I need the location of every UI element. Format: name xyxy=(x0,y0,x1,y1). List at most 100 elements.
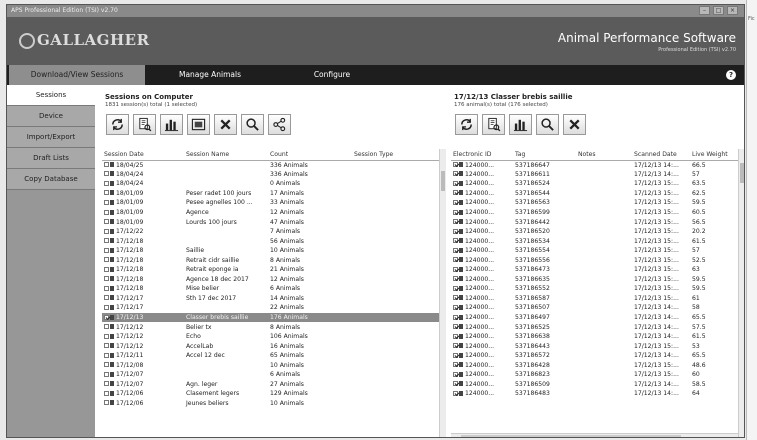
session-date-cell[interactable]: 18/04/24 xyxy=(102,170,184,180)
session-count-cell[interactable]: 12 Animals xyxy=(268,275,352,285)
session-date-cell[interactable]: 17/12/07 xyxy=(102,380,184,390)
table-row[interactable]: 17/12/18 Mise belier 6 Animals xyxy=(102,284,439,294)
session-count-cell[interactable]: 21 Animals xyxy=(268,265,352,275)
row-checkbox[interactable] xyxy=(104,276,109,282)
session-count-cell[interactable]: 0 Animals xyxy=(268,179,352,189)
scanned-date-cell[interactable]: 17/12/13 14:... xyxy=(632,170,690,180)
table-row[interactable]: 17/12/13 Classer brebis saillie 176 Animal… xyxy=(102,312,439,323)
tab-download-view-sessions[interactable]: Download/View Sessions xyxy=(9,65,145,85)
row-checkbox[interactable] xyxy=(104,314,109,320)
session-type-cell[interactable] xyxy=(352,351,439,361)
session-type-cell[interactable] xyxy=(352,370,439,380)
session-name-cell[interactable]: Retrait eponge ia xyxy=(184,265,268,275)
tag-cell[interactable]: 537186556 xyxy=(513,255,576,265)
row-checkbox[interactable] xyxy=(104,199,109,205)
session-name-cell[interactable]: Retrait cidr saillie xyxy=(184,255,268,265)
sidebar-item-sessions[interactable]: Sessions xyxy=(7,85,95,106)
table-row[interactable]: 124000... 537186544 17/12/13 15:... 62.5 xyxy=(451,189,738,199)
animals-horizontal-scrollbar[interactable] xyxy=(451,433,738,437)
notes-cell[interactable] xyxy=(576,380,632,390)
session-count-cell[interactable]: 176 Animals xyxy=(268,312,352,323)
table-row[interactable]: 124000... 537186509 17/12/13 14:... 58.5 xyxy=(451,380,738,390)
animals-scrollbar[interactable] xyxy=(738,149,744,437)
live-weight-cell[interactable]: 66.5 xyxy=(690,160,738,170)
scanned-date-cell[interactable]: 17/12/13 14:... xyxy=(632,322,690,332)
table-row[interactable]: 17/12/07 Agn. leger 27 Animals xyxy=(102,380,439,390)
table-row[interactable]: 124000... 537186483 17/12/13 14:... 64 xyxy=(451,389,738,399)
column-header-scanned-date[interactable]: Scanned Date xyxy=(632,149,690,161)
scanned-date-cell[interactable]: 17/12/13 14:... xyxy=(632,351,690,361)
scrollbar-thumb[interactable] xyxy=(740,163,744,183)
session-type-cell[interactable] xyxy=(352,284,439,294)
session-count-cell[interactable]: 129 Animals xyxy=(268,389,352,399)
electronic-id-cell[interactable]: 124000... xyxy=(451,275,513,285)
help-icon[interactable]: ? xyxy=(726,70,736,80)
table-row[interactable]: 17/12/08 10 Animals xyxy=(102,360,439,370)
notes-cell[interactable] xyxy=(576,227,632,237)
row-checkbox[interactable] xyxy=(104,343,109,349)
tag-cell[interactable]: 537186635 xyxy=(513,275,576,285)
electronic-id-cell[interactable]: 124000... xyxy=(451,255,513,265)
table-row[interactable]: 124000... 537186635 17/12/13 15:... 59.5 xyxy=(451,275,738,285)
row-checkbox[interactable] xyxy=(104,333,109,339)
session-date-cell[interactable]: 17/12/18 xyxy=(102,275,184,285)
electronic-id-cell[interactable]: 124000... xyxy=(451,351,513,361)
notes-cell[interactable] xyxy=(576,255,632,265)
table-row[interactable]: 17/12/17 22 Animals xyxy=(102,303,439,313)
scanned-date-cell[interactable]: 17/12/13 15:... xyxy=(632,246,690,256)
live-weight-cell[interactable]: 65.5 xyxy=(690,351,738,361)
live-weight-cell[interactable]: 57 xyxy=(690,170,738,180)
electronic-id-cell[interactable]: 124000... xyxy=(451,341,513,351)
session-type-cell[interactable] xyxy=(352,322,439,332)
electronic-id-cell[interactable]: 124000... xyxy=(451,303,513,313)
session-name-cell[interactable] xyxy=(184,170,268,180)
session-count-cell[interactable]: 8 Animals xyxy=(268,322,352,332)
tag-cell[interactable]: 537186638 xyxy=(513,332,576,342)
electronic-id-cell[interactable]: 124000... xyxy=(451,284,513,294)
session-type-cell[interactable] xyxy=(352,179,439,189)
table-row[interactable]: 17/12/18 56 Animals xyxy=(102,236,439,246)
tag-cell[interactable]: 537186428 xyxy=(513,360,576,370)
table-row[interactable]: 124000... 537186572 17/12/13 14:... 65.5 xyxy=(451,351,738,361)
session-type-cell[interactable] xyxy=(352,265,439,275)
notes-cell[interactable] xyxy=(576,322,632,332)
table-row[interactable]: 17/12/17 Sth 17 dec 2017 14 Animals xyxy=(102,294,439,304)
notes-cell[interactable] xyxy=(576,294,632,304)
electronic-id-cell[interactable]: 124000... xyxy=(451,217,513,227)
session-date-cell[interactable]: 17/12/11 xyxy=(102,351,184,361)
tag-cell[interactable]: 537186599 xyxy=(513,208,576,218)
notes-cell[interactable] xyxy=(576,332,632,342)
notes-cell[interactable] xyxy=(576,246,632,256)
session-name-cell[interactable]: Pesee agnelles 100 ... xyxy=(184,198,268,208)
row-checkbox[interactable] xyxy=(104,209,109,215)
live-weight-cell[interactable]: 52.5 xyxy=(690,255,738,265)
column-header-tag[interactable]: Tag xyxy=(513,149,576,161)
electronic-id-cell[interactable]: 124000... xyxy=(451,189,513,199)
session-name-cell[interactable]: Accel 12 dec xyxy=(184,351,268,361)
column-header-session-name[interactable]: Session Name xyxy=(184,149,268,161)
electronic-id-cell[interactable]: 124000... xyxy=(451,360,513,370)
scanned-date-cell[interactable]: 17/12/13 14:... xyxy=(632,303,690,313)
session-name-cell[interactable]: Saillie xyxy=(184,246,268,256)
row-checkbox[interactable] xyxy=(104,247,109,253)
tag-cell[interactable]: 537186534 xyxy=(513,236,576,246)
row-checkbox[interactable] xyxy=(104,171,109,177)
session-date-cell[interactable]: 17/12/18 xyxy=(102,255,184,265)
session-name-cell[interactable]: Clasement legers xyxy=(184,389,268,399)
notes-cell[interactable] xyxy=(576,303,632,313)
tag-cell[interactable]: 537186552 xyxy=(513,284,576,294)
session-type-cell[interactable] xyxy=(352,189,439,199)
column-header-live-weight[interactable]: Live Weight xyxy=(690,149,738,161)
table-row[interactable]: 124000... 537186497 17/12/13 14:... 65.5 xyxy=(451,313,738,323)
row-checkbox[interactable] xyxy=(453,257,458,263)
session-date-cell[interactable]: 17/12/18 xyxy=(102,236,184,246)
session-type-cell[interactable] xyxy=(352,312,439,323)
session-count-cell[interactable]: 10 Animals xyxy=(268,246,352,256)
row-checkbox[interactable] xyxy=(104,324,109,330)
sidebar-item-import-export[interactable]: Import/Export xyxy=(7,127,95,148)
notes-cell[interactable] xyxy=(576,284,632,294)
electronic-id-cell[interactable]: 124000... xyxy=(451,313,513,323)
row-checkbox[interactable] xyxy=(453,238,458,244)
table-row[interactable]: 124000... 537186647 17/12/13 14:... 66.5 xyxy=(451,160,738,170)
session-count-cell[interactable]: 17 Animals xyxy=(268,189,352,199)
